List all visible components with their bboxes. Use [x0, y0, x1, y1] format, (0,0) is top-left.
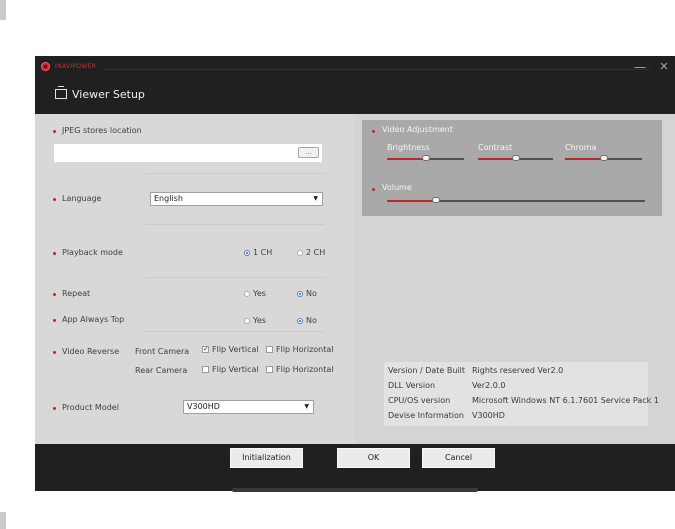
front-flip-horizontal-label: Flip Horizontal: [276, 345, 334, 354]
video-adjustment-bullet: [372, 130, 375, 133]
window-icon: [55, 86, 67, 99]
initialization-button[interactable]: Initialization: [230, 448, 303, 468]
separator: [145, 173, 325, 174]
rear-flip-horizontal-checkbox[interactable]: [266, 366, 273, 373]
brightness-label: Brightness: [387, 143, 430, 152]
taskbar-strip: [232, 488, 478, 492]
language-select[interactable]: English ▼: [150, 192, 323, 206]
repeat-no-label: No: [306, 289, 317, 298]
contrast-label: Contrast: [478, 143, 513, 152]
brand-logo-icon: [41, 62, 50, 71]
adjustment-area: Video Adjustment Brightness Contrast Chr…: [355, 114, 675, 444]
repeat-yes-label: Yes: [253, 289, 266, 298]
info-value: Ver2.0.0: [472, 381, 506, 390]
separator: [145, 277, 325, 278]
product-bullet: [53, 407, 56, 410]
title-divider: [105, 69, 650, 70]
playback-2ch-radio[interactable]: [297, 250, 303, 256]
always-top-label: App Always Top: [62, 315, 125, 324]
chroma-label: Chroma: [565, 143, 597, 152]
window-header: Viewer Setup: [35, 80, 675, 114]
chroma-fill: [565, 158, 604, 160]
edge-mark-top: [0, 0, 6, 20]
brightness-fill: [387, 158, 426, 160]
info-value: V300HD: [472, 411, 505, 420]
playback-bullet: [53, 252, 56, 255]
repeat-bullet: [53, 293, 56, 296]
jpeg-location-label: JPEG stores location: [62, 126, 142, 135]
close-button[interactable]: ✕: [656, 59, 672, 75]
separator: [145, 331, 325, 332]
cancel-button[interactable]: Cancel: [422, 448, 495, 468]
language-label: Language: [62, 194, 102, 203]
brightness-slider[interactable]: [387, 155, 464, 161]
rear-flip-vertical-checkbox[interactable]: [202, 366, 209, 373]
version-info-box: Version / Date Built Rights reserved Ver…: [384, 362, 659, 426]
front-flip-horizontal-checkbox[interactable]: [266, 346, 273, 353]
brand-name: INAVIPOWER: [55, 63, 97, 70]
video-adjustment-box: Video Adjustment Brightness Contrast Chr…: [362, 120, 662, 216]
chevron-down-icon: ▼: [304, 403, 309, 410]
playback-2ch-label: 2 CH: [306, 248, 326, 257]
info-key: DLL Version: [388, 381, 436, 390]
product-model-value: V300HD: [187, 402, 220, 411]
repeat-no-radio[interactable]: [297, 291, 303, 297]
volume-label: Volume: [382, 183, 412, 192]
volume-bullet: [372, 188, 375, 191]
playback-1ch-label: 1 CH: [253, 248, 273, 257]
repeat-label: Repeat: [62, 289, 91, 298]
jpeg-bullet: [53, 130, 56, 133]
video-reverse-bullet: [53, 351, 56, 354]
contrast-thumb[interactable]: [512, 155, 520, 161]
page-title: Viewer Setup: [72, 88, 145, 101]
chevron-down-icon: ▼: [313, 195, 318, 202]
contrast-slider[interactable]: [478, 155, 553, 161]
viewer-setup-window: INAVIPOWER — ✕ Viewer Setup JPEG stores …: [35, 56, 675, 491]
repeat-yes-radio[interactable]: [244, 291, 250, 297]
volume-thumb[interactable]: [432, 197, 440, 203]
chroma-thumb[interactable]: [600, 155, 608, 161]
product-model-select[interactable]: V300HD ▼: [183, 400, 314, 414]
chroma-slider[interactable]: [565, 155, 642, 161]
volume-slider[interactable]: [387, 197, 645, 203]
rear-flip-vertical-label: Flip Vertical: [212, 365, 259, 374]
always-top-bullet: [53, 319, 56, 322]
info-value: Rights reserved Ver2.0: [472, 366, 564, 375]
separator: [145, 224, 325, 225]
front-camera-label: Front Camera: [135, 347, 190, 356]
always-top-yes-label: Yes: [253, 316, 266, 325]
brightness-thumb[interactable]: [422, 155, 430, 161]
rear-flip-horizontal-label: Flip Horizontal: [276, 365, 334, 374]
playback-mode-label: Playback mode: [62, 248, 123, 257]
title-bar: INAVIPOWER — ✕: [35, 56, 675, 80]
playback-1ch-radio[interactable]: [244, 250, 250, 256]
front-flip-vertical-label: Flip Vertical: [212, 345, 259, 354]
info-key: CPU/OS version: [388, 396, 451, 405]
always-top-no-label: No: [306, 316, 317, 325]
video-reverse-label: Video Reverse: [62, 347, 120, 356]
always-top-no-radio[interactable]: [297, 318, 303, 324]
info-key: Devise Information: [388, 411, 464, 420]
settings-panel: [35, 114, 355, 444]
video-adjustment-label: Video Adjustment: [382, 125, 453, 134]
contrast-fill: [478, 158, 516, 160]
info-value: Microsoft Windows NT 6.1.7601 Service Pa…: [472, 396, 659, 405]
info-key: Version / Date Built: [388, 366, 466, 375]
browse-button[interactable]: ...: [298, 147, 319, 158]
front-flip-vertical-checkbox[interactable]: ✓: [202, 346, 209, 353]
ok-button[interactable]: OK: [337, 448, 410, 468]
language-value: English: [154, 194, 183, 203]
product-model-label: Product Model: [62, 403, 119, 412]
language-bullet: [53, 198, 56, 201]
volume-fill: [387, 200, 436, 202]
minimize-button[interactable]: —: [632, 59, 648, 75]
rear-camera-label: Rear Camera: [135, 366, 188, 375]
always-top-yes-radio[interactable]: [244, 318, 250, 324]
jpeg-location-input[interactable]: [54, 144, 322, 162]
edge-mark-bottom: [0, 512, 6, 529]
